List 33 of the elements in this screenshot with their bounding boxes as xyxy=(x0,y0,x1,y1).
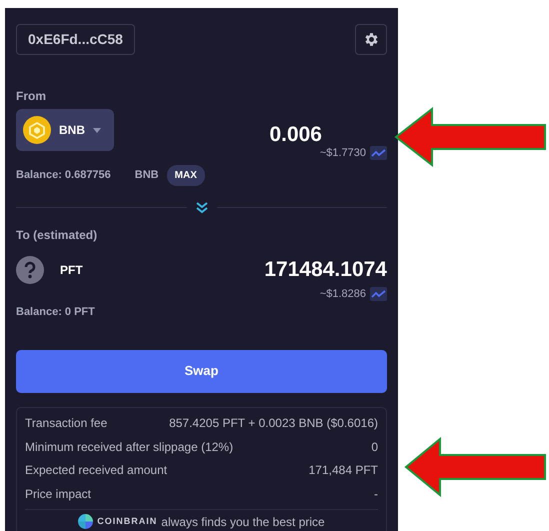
usd-value: ~$1.8286 xyxy=(320,286,366,302)
usd-value: ~$1.7730 xyxy=(320,146,366,161)
detail-value: - xyxy=(374,486,378,503)
amount-input[interactable]: 0.006 xyxy=(269,124,322,144)
detail-label: Minimum received after slippage (12%) xyxy=(25,438,234,456)
settings-icon xyxy=(362,31,380,48)
to-label: To (estimated) xyxy=(16,226,98,244)
brand-name: COINBRAIN xyxy=(97,514,158,528)
brand-logo-icon xyxy=(78,514,94,529)
detail-label: Price impact xyxy=(25,486,92,503)
balance-text: Balance: 0.687756 xyxy=(16,168,111,183)
estimated-amount: 171484.1074 xyxy=(264,259,387,280)
wallet-address-button[interactable]: 0xE6Fd...cC58 xyxy=(16,24,135,55)
balance-text: Balance: 0 PFT xyxy=(16,305,96,320)
max-button[interactable]: MAX xyxy=(166,164,205,186)
from-label: From xyxy=(16,88,47,105)
detail-label: Expected received amount xyxy=(25,462,168,480)
price-chart-icon[interactable] xyxy=(370,286,387,301)
balance-unit: BNB xyxy=(134,168,159,183)
caret-icon xyxy=(93,128,101,132)
double-chevron-down-icon[interactable] xyxy=(194,202,208,214)
token-name: PFT xyxy=(60,262,83,278)
coin-icon xyxy=(23,116,51,144)
detail-label: Transaction fee xyxy=(25,415,108,432)
swap-button[interactable]: Swap xyxy=(16,350,387,392)
price-chart-icon[interactable] xyxy=(370,146,387,160)
detail-value: 171,484 PFT xyxy=(308,462,378,480)
detail-value: 0 xyxy=(371,438,378,456)
token-select-button[interactable]: BNB xyxy=(16,109,114,151)
unknown-token-icon xyxy=(16,256,44,284)
tagline-text: always finds you the best price xyxy=(161,514,325,530)
settings-button[interactable] xyxy=(355,24,387,55)
detail-value: 857.4205 PFT + 0.0023 BNB ($0.6016) xyxy=(169,415,378,432)
